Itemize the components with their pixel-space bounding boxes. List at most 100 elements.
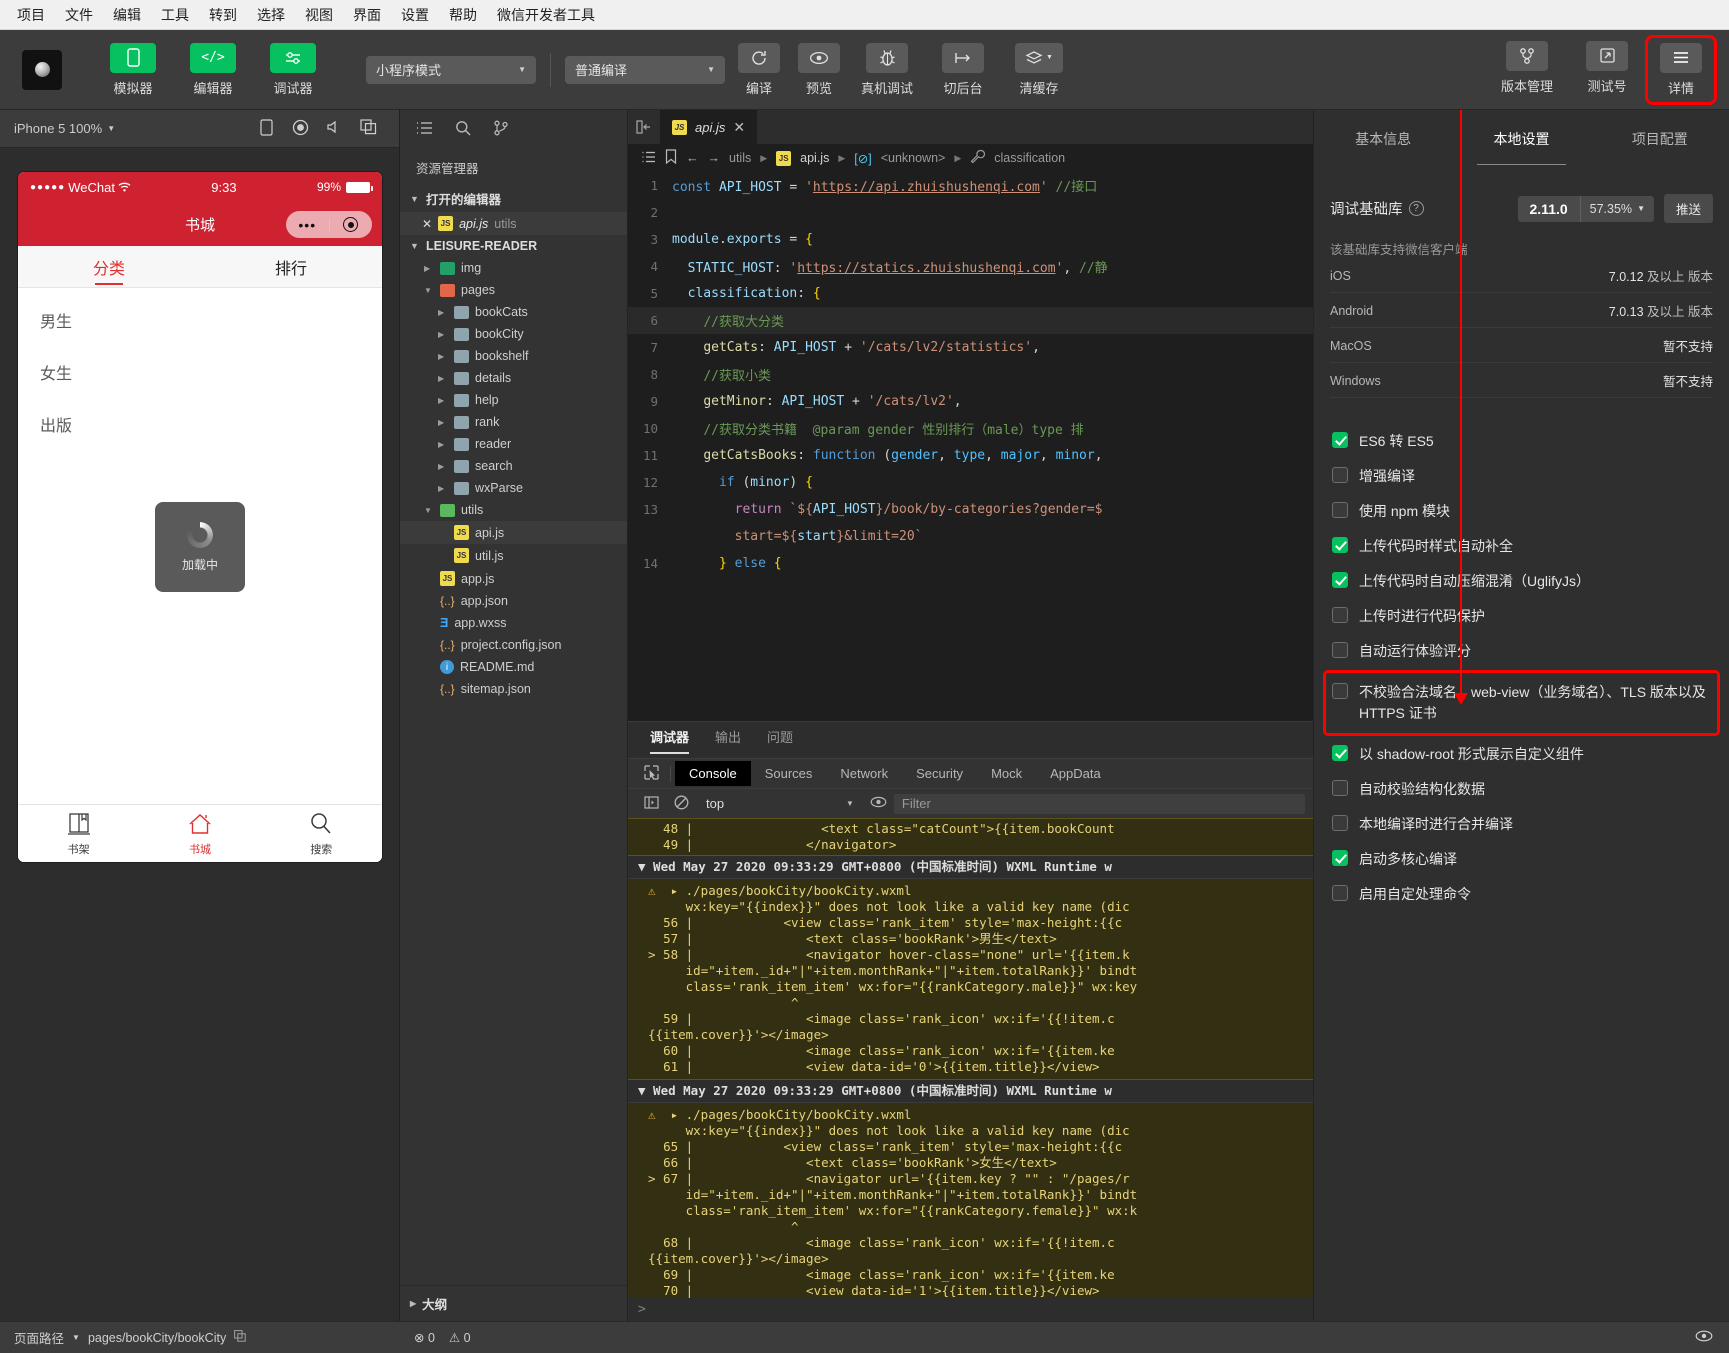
devtools-tab-mock[interactable]: Mock (977, 761, 1036, 786)
devtools-tab-console[interactable]: Console (675, 761, 751, 786)
forward-arrow-icon[interactable]: → (708, 151, 721, 165)
category-item-publish[interactable]: 出版 (18, 398, 382, 450)
checkbox-icon[interactable] (1332, 572, 1348, 588)
settings-tab-local[interactable]: 本地设置 (1452, 113, 1590, 165)
checkbox-icon[interactable] (1332, 537, 1348, 553)
error-count[interactable]: ⊗ 0 (414, 1330, 435, 1345)
menu-item-视图[interactable]: 视图 (296, 2, 342, 28)
setting-checkbox-上传时进行代码保护[interactable]: 上传时进行代码保护 (1330, 599, 1713, 634)
explorer-list-icon[interactable] (416, 121, 433, 138)
console-log[interactable]: 48 | <text class="catCount">{{item.bookC… (628, 818, 1313, 1298)
rotate-device-icon[interactable] (249, 118, 283, 139)
preview-button[interactable]: 预览 (791, 42, 847, 97)
devtools-tab-network[interactable]: Network (826, 761, 902, 786)
bookmark-icon[interactable] (665, 149, 677, 167)
menu-item-选择[interactable]: 选择 (248, 2, 294, 28)
project-root-row[interactable]: ▼ LEISURE-READER (400, 235, 627, 257)
chevron-right-icon[interactable]: ▶ (438, 418, 448, 427)
copy-icon[interactable] (351, 119, 385, 138)
tree-item-app.json[interactable]: {..} app.json (400, 590, 627, 612)
tab-bookshelf[interactable]: 书架 (18, 805, 139, 862)
editor-tab-api-js[interactable]: JS api.js ✕ (660, 110, 758, 144)
editor-toggle-button[interactable]: </> 编辑器 (182, 42, 244, 97)
explorer-search-icon[interactable] (455, 120, 471, 139)
menu-item-文件[interactable]: 文件 (56, 2, 102, 28)
console-sidebar-icon[interactable] (636, 795, 666, 812)
category-item-male[interactable]: 男生 (18, 294, 382, 346)
checkbox-icon[interactable] (1332, 607, 1348, 623)
capsule-menu[interactable]: ••• (286, 211, 372, 238)
simulator-toggle-button[interactable]: 模拟器 (102, 42, 164, 97)
tree-item-search[interactable]: ▶ search (400, 455, 627, 477)
debugger-toggle-button[interactable]: 调试器 (262, 42, 324, 97)
outline-list-icon[interactable] (642, 151, 656, 166)
tree-item-api.js[interactable]: JS api.js (400, 521, 627, 544)
tree-item-wxParse[interactable]: ▶ wxParse (400, 477, 627, 499)
chevron-down-icon[interactable]: ▼ (424, 506, 434, 515)
tree-item-utils[interactable]: ▼ utils (400, 499, 627, 521)
tab-search[interactable]: 搜索 (261, 805, 382, 862)
setting-checkbox-自动校验结构化数据[interactable]: 自动校验结构化数据 (1330, 772, 1713, 807)
details-button[interactable]: 详情 (1653, 42, 1709, 97)
breadcrumb-symbol-classification[interactable]: classification (994, 151, 1065, 165)
devtools-tab-sources[interactable]: Sources (751, 761, 827, 786)
tree-item-app.wxss[interactable]: Ǝapp.wxss (400, 612, 627, 634)
outline-section[interactable]: ▶ 大纲 (400, 1285, 627, 1321)
checkbox-icon[interactable] (1332, 885, 1348, 901)
panel-tab-debugger[interactable]: 调试器 (650, 727, 690, 754)
menu-item-界面[interactable]: 界面 (344, 2, 390, 28)
device-select[interactable]: iPhone 5 100% ▼ (14, 121, 115, 136)
tree-item-bookCats[interactable]: ▶ bookCats (400, 301, 627, 323)
close-icon[interactable]: ✕ (733, 119, 745, 136)
console-warning[interactable]: ⚠ ▸ ./pages/bookCity/bookCity.wxml wx:ke… (628, 879, 1313, 1080)
setting-checkbox-使用 npm 模块[interactable]: 使用 npm 模块 (1330, 494, 1713, 529)
checkbox-icon[interactable] (1332, 432, 1348, 448)
open-editors-section[interactable]: ▼ 打开的编辑器 (400, 185, 627, 212)
setting-checkbox-上传代码时自动压缩混淆（[interactable]: 上传代码时自动压缩混淆（UglifyJs） (1330, 564, 1713, 599)
version-control-button[interactable]: 版本管理 (1491, 40, 1563, 95)
setting-checkbox-启动多核心编译[interactable]: 启动多核心编译 (1330, 842, 1713, 877)
console-eye-icon[interactable] (864, 796, 894, 811)
background-switch-button[interactable]: 切后台 (927, 42, 999, 97)
tree-item-reader[interactable]: ▶ reader (400, 433, 627, 455)
copy-icon[interactable] (234, 1330, 246, 1345)
settings-tab-basic[interactable]: 基本信息 (1314, 113, 1452, 165)
preview-eye-icon[interactable] (1695, 1330, 1729, 1345)
console-prompt[interactable]: > (628, 1298, 1313, 1321)
help-icon[interactable]: ? (1408, 201, 1424, 216)
setting-checkbox-启用自定处理命令[interactable]: 启用自定处理命令 (1330, 877, 1713, 912)
chevron-right-icon[interactable]: ▶ (438, 308, 448, 317)
code-area[interactable]: 1 const API_HOST = 'https://api.zhuishush… (628, 172, 1313, 721)
setting-checkbox-本地编译时进行合并编译[interactable]: 本地编译时进行合并编译 (1330, 807, 1713, 842)
menu-item-微信开发者工具[interactable]: 微信开发者工具 (488, 2, 604, 28)
push-button[interactable]: 推送 (1663, 194, 1713, 223)
settings-tab-project[interactable]: 项目配置 (1591, 113, 1729, 165)
devtools-tab-security[interactable]: Security (902, 761, 977, 786)
clear-console-icon[interactable] (666, 795, 696, 813)
setting-checkbox-ES6 转 ES5[interactable]: ES6 转 ES5 (1330, 424, 1713, 459)
collapse-sidebar-icon[interactable] (628, 110, 660, 144)
tree-item-util.js[interactable]: JS util.js (400, 544, 627, 567)
chevron-right-icon[interactable]: ▶ (438, 440, 448, 449)
menu-item-项目[interactable]: 项目 (8, 2, 54, 28)
warning-count[interactable]: ⚠ 0 (449, 1330, 471, 1345)
tree-item-project.config.json[interactable]: {..} project.config.json (400, 634, 627, 656)
tree-item-rank[interactable]: ▶ rank (400, 411, 627, 433)
tree-item-README.md[interactable]: i README.md (400, 656, 627, 678)
checkbox-icon[interactable] (1332, 642, 1348, 658)
console-context-select[interactable]: top (696, 796, 846, 811)
record-screen-icon[interactable] (283, 119, 317, 139)
menu-item-转到[interactable]: 转到 (200, 2, 246, 28)
checkbox-icon[interactable] (1332, 502, 1348, 518)
mode-select[interactable]: 小程序模式 ▼ (366, 55, 536, 84)
compile-mode-select[interactable]: 普通编译 ▼ (565, 55, 725, 84)
panel-tab-output[interactable]: 输出 (715, 727, 741, 754)
explorer-git-icon[interactable] (493, 120, 509, 139)
back-arrow-icon[interactable]: ← (686, 151, 699, 165)
chevron-right-icon[interactable]: ▶ (438, 484, 448, 493)
breadcrumb-folder[interactable]: utils (729, 151, 751, 165)
segment-category[interactable]: 分类 (18, 246, 200, 287)
setting-checkbox-自动运行体验评分[interactable]: 自动运行体验评分 (1330, 634, 1713, 669)
real-device-debug-button[interactable]: 真机调试 (851, 42, 923, 97)
test-account-button[interactable]: 测试号 (1579, 40, 1635, 95)
